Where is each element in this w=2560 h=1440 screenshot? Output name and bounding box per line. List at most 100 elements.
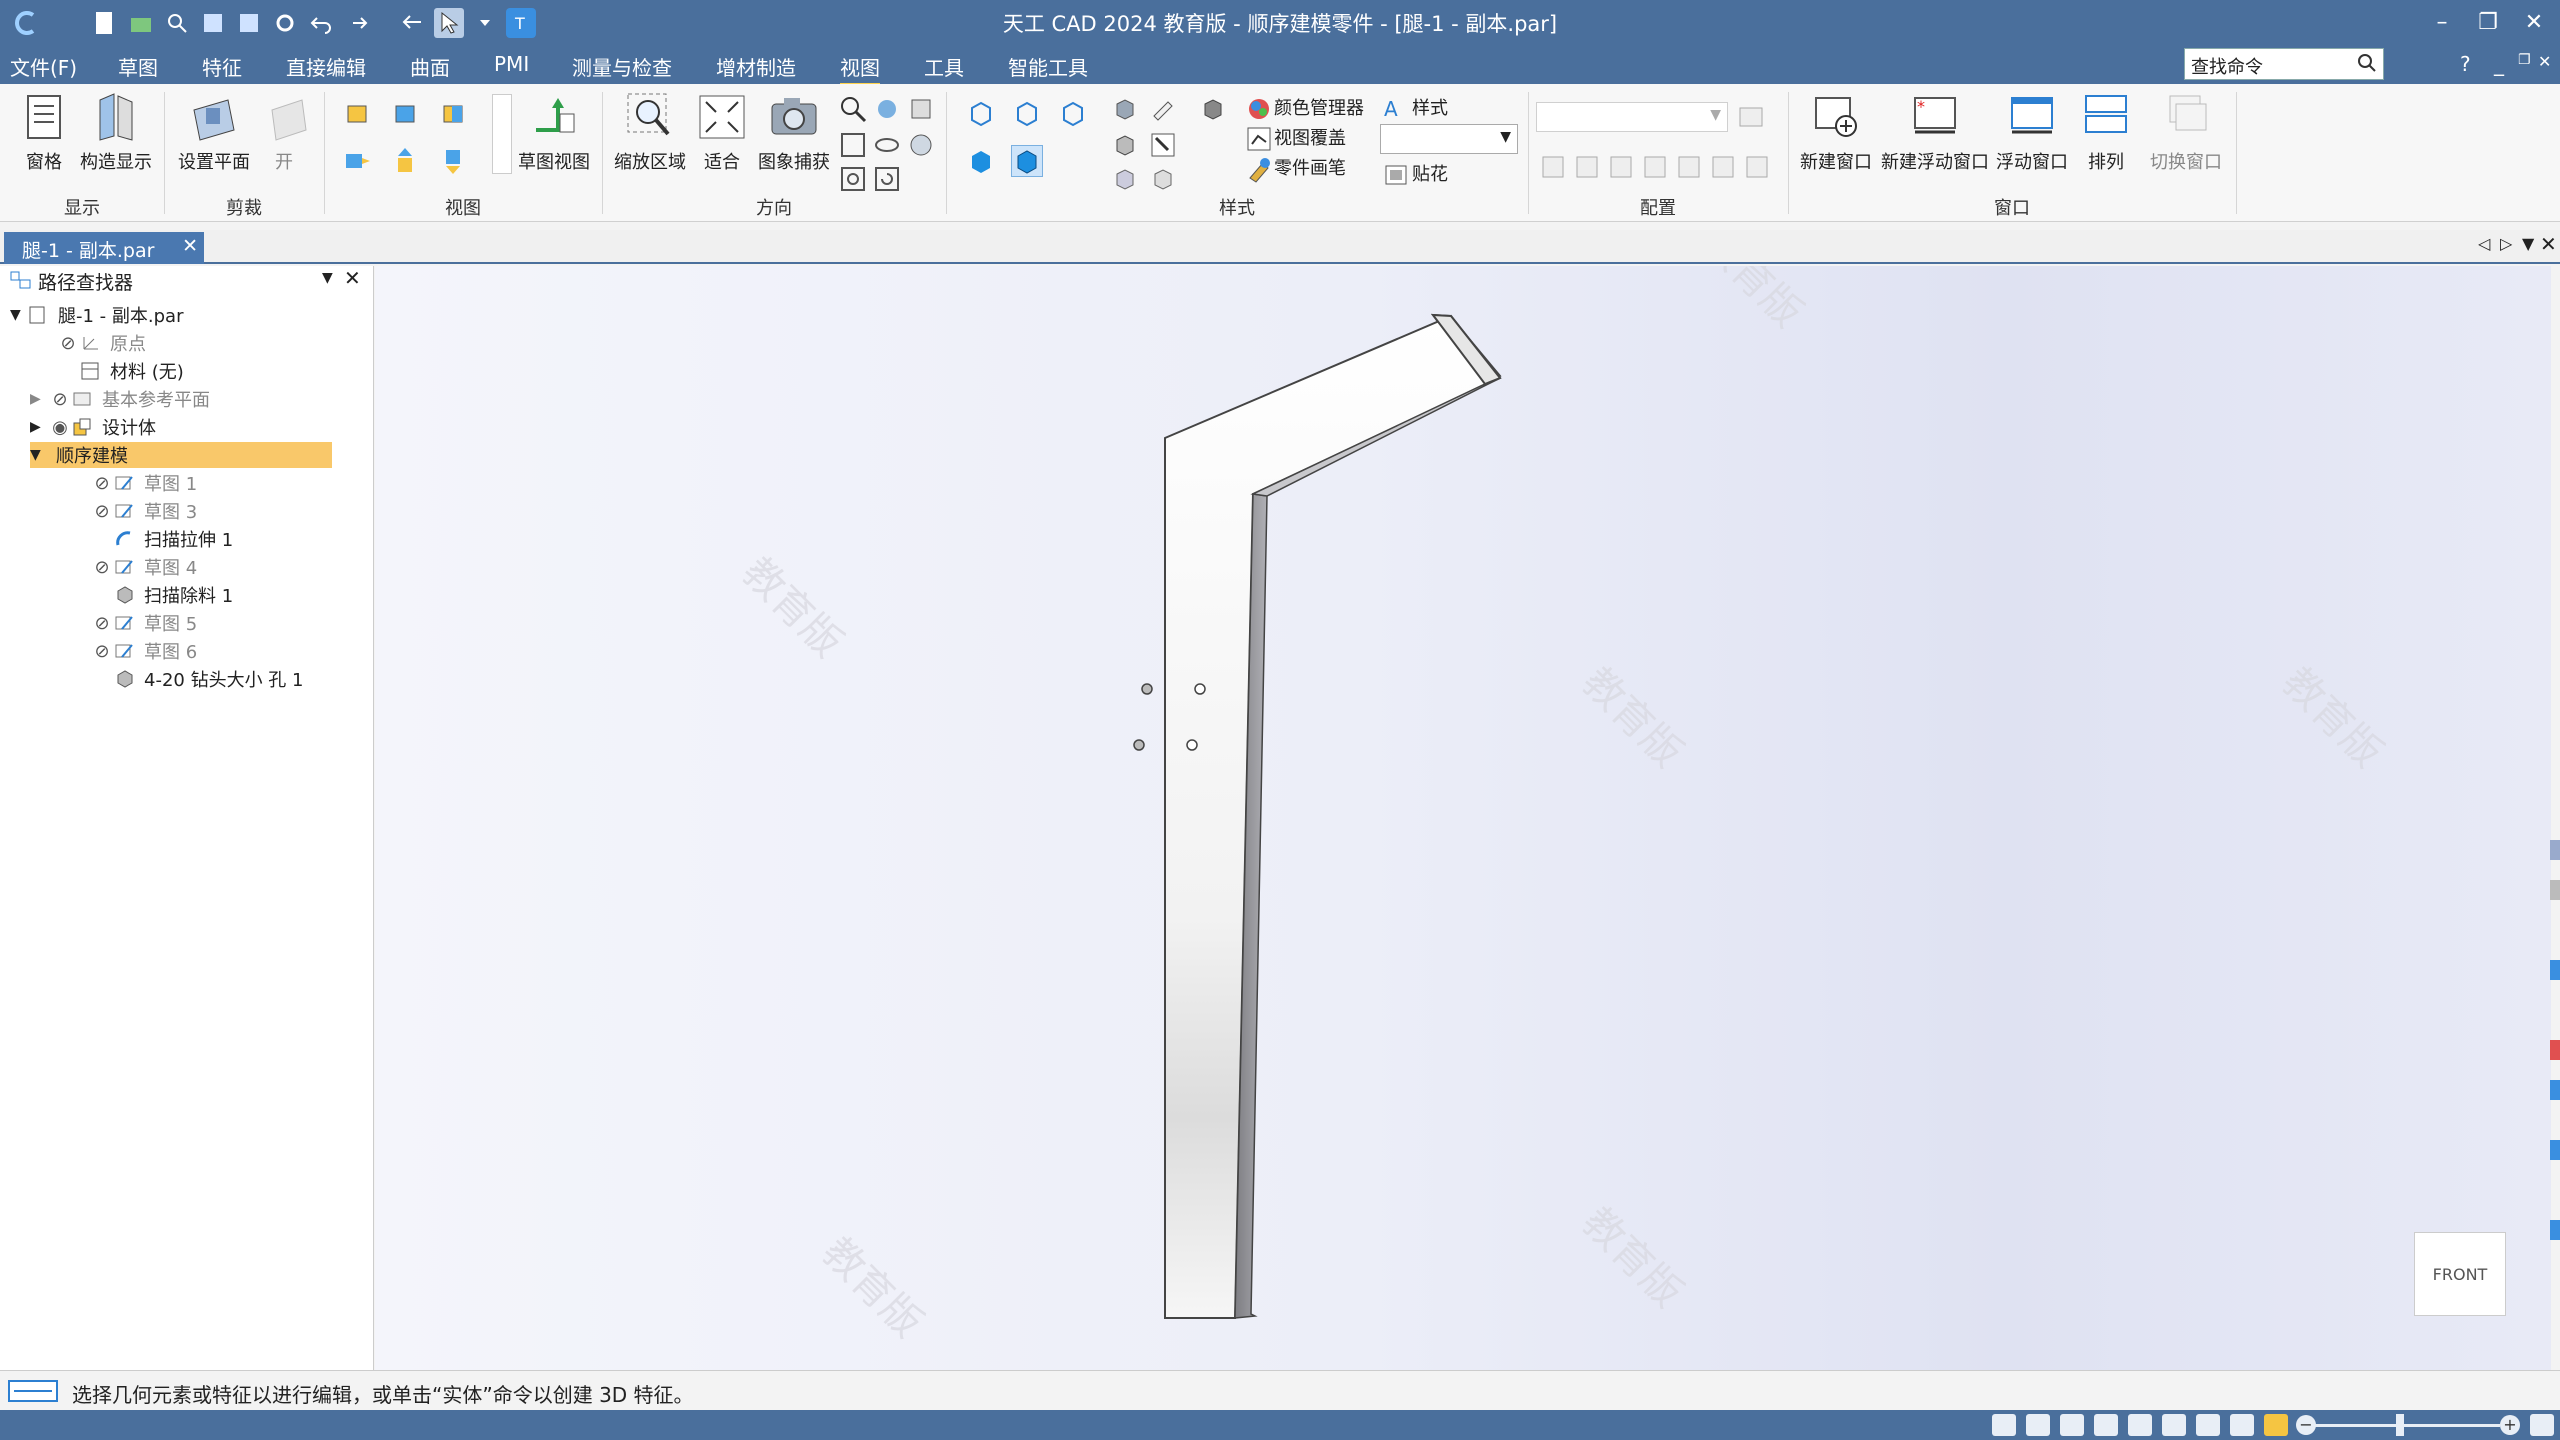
rotate-view-icon[interactable] (838, 164, 868, 194)
color-manager-label[interactable]: 颜色管理器 (1274, 94, 1364, 120)
tree-root[interactable]: ▼ 腿-1 - 副本.par (10, 302, 183, 328)
view-cube-top-icon[interactable] (342, 98, 372, 128)
menu-sketch[interactable]: 草图 (118, 52, 158, 81)
rotate-icon[interactable] (906, 94, 936, 124)
zoom-area-button[interactable]: 缩放区域 (612, 90, 688, 174)
menu-smart-tools[interactable]: 智能工具 (1008, 52, 1088, 81)
close-tab-icon[interactable]: ✕ (182, 235, 198, 257)
style-icon[interactable]: A (1382, 94, 1412, 124)
fit-button[interactable]: 适合 (696, 90, 748, 174)
rotate-icon[interactable] (2162, 1414, 2186, 1436)
close-all-tabs-icon[interactable]: ✕ (2540, 232, 2557, 256)
fit-icon[interactable] (2094, 1414, 2118, 1436)
menu-additive[interactable]: 增材制造 (716, 52, 796, 81)
pan-icon[interactable] (2128, 1414, 2152, 1436)
right-tool-icon[interactable] (2550, 880, 2560, 900)
spin-icon[interactable] (872, 130, 902, 160)
right-tool-icon[interactable] (2550, 1080, 2560, 1100)
tree-item-sweep-extrude[interactable]: 扫描拉伸 1 (114, 526, 233, 552)
config-settings-icon[interactable] (1736, 102, 1766, 132)
menu-view[interactable]: 视图 (840, 52, 880, 86)
hidden-edges-cube-icon[interactable] (1012, 98, 1042, 128)
hidden-eye-icon[interactable]: ⊘ (90, 557, 114, 578)
view-copy-icon[interactable] (342, 146, 372, 176)
view-cube[interactable]: FRONT (2414, 1232, 2506, 1316)
visible-edges-cube-icon[interactable] (1058, 98, 1088, 128)
tab-list-icon[interactable]: ▼ (2522, 234, 2534, 253)
3d-viewport[interactable]: 教育版 教育版 教育版 教育版 教育版 教育版 FRONT (375, 266, 2551, 1370)
open-clip-button[interactable]: 开 (262, 90, 307, 174)
view-tool-icon[interactable] (2026, 1414, 2050, 1436)
tree-item-sketch-6[interactable]: ⊘ 草图 6 (90, 638, 197, 664)
right-tool-icon[interactable] (2550, 1040, 2560, 1060)
pane-button[interactable]: 窗格 (14, 90, 74, 174)
tree-item-sketch-3[interactable]: ⊘ 草图 3 (90, 498, 197, 524)
close-button[interactable]: ✕ (2512, 6, 2556, 40)
part-brush-icon[interactable] (1244, 154, 1274, 184)
panel-dropdown-icon[interactable]: ▼ (322, 270, 333, 286)
zoom-icon[interactable] (2060, 1414, 2084, 1436)
view-tool-icon[interactable] (1992, 1414, 2016, 1436)
shaded-edges-cube-icon[interactable] (1011, 145, 1043, 177)
right-tool-icon[interactable] (2550, 1220, 2560, 1240)
search-icon[interactable] (2357, 53, 2377, 78)
doc-close-icon[interactable]: ✕ (2538, 52, 2551, 71)
spin-icon[interactable] (2196, 1414, 2220, 1436)
orbit-icon[interactable] (2230, 1414, 2254, 1436)
document-tab[interactable]: 腿-1 - 副本.par ✕ (4, 232, 204, 264)
hidden-eye-icon[interactable]: ⊘ (48, 389, 72, 410)
shaded-cube-icon[interactable] (966, 146, 996, 176)
config-multi-icon[interactable] (1708, 152, 1738, 182)
restore-button[interactable]: ❐ (2466, 6, 2510, 40)
collapse-icon[interactable]: ▼ (10, 307, 28, 323)
right-tool-icon[interactable] (2550, 840, 2560, 860)
part-display-icon[interactable] (1148, 130, 1178, 160)
ribbon-minimize-icon[interactable]: _ (2494, 52, 2504, 76)
expand-icon[interactable]: ▶ (30, 419, 48, 435)
style-dropdown[interactable]: ▼ (1380, 124, 1518, 154)
zoom-in-icon[interactable]: + (2500, 1415, 2520, 1435)
pan-icon[interactable] (872, 94, 902, 124)
command-bar-icon[interactable] (8, 1379, 58, 1403)
view-fit-all-icon[interactable] (838, 130, 868, 160)
menu-measure[interactable]: 测量与检查 (572, 52, 672, 81)
view-up-icon[interactable] (390, 146, 420, 176)
panel-close-icon[interactable]: ✕ (344, 266, 361, 290)
part-brush-label[interactable]: 零件画笔 (1274, 154, 1346, 180)
hidden-eye-icon[interactable]: ⊘ (56, 333, 80, 354)
part-edges-icon[interactable] (1110, 130, 1140, 160)
set-plane-button[interactable]: 设置平面 (174, 90, 254, 174)
visible-eye-icon[interactable]: ◉ (48, 417, 72, 438)
collapse-icon[interactable]: ▼ (30, 447, 48, 463)
part-transparent-icon[interactable] (1110, 164, 1140, 194)
tree-item-ordered-modeling[interactable]: ▼ 顺序建模 (30, 442, 332, 468)
part-solid-icon[interactable] (1198, 94, 1228, 124)
expand-icon[interactable]: ▶ (30, 391, 48, 407)
view-options-icon[interactable] (2530, 1414, 2554, 1436)
view-overlay-icon[interactable] (1244, 124, 1274, 154)
construction-display-button[interactable]: 构造显示 (78, 90, 154, 174)
tab-scroll-right-icon[interactable]: ▷ (2500, 234, 2512, 253)
refresh-view-icon[interactable] (872, 164, 902, 194)
config-edit-icon[interactable] (1572, 152, 1602, 182)
image-capture-button[interactable]: 图象捕获 (756, 90, 832, 174)
right-tool-icon[interactable] (2550, 960, 2560, 980)
command-search-input[interactable]: 查找命令 (2184, 48, 2384, 80)
view-overlay-label[interactable]: 视图覆盖 (1274, 124, 1346, 150)
view-cube-iso-icon[interactable] (390, 98, 420, 128)
view-down-icon[interactable] (438, 146, 468, 176)
part-shaded-icon[interactable] (1110, 94, 1140, 124)
orbit-icon[interactable] (906, 130, 936, 160)
hidden-eye-icon[interactable]: ⊘ (90, 641, 114, 662)
part-rotate-icon[interactable] (1148, 164, 1178, 194)
right-tool-icon[interactable] (2550, 1140, 2560, 1160)
config-apply-icon[interactable] (1674, 152, 1704, 182)
style-label[interactable]: 样式 (1412, 94, 1448, 120)
hidden-eye-icon[interactable]: ⊘ (90, 501, 114, 522)
config-delete-icon[interactable] (1742, 152, 1772, 182)
menu-tools[interactable]: 工具 (924, 52, 964, 81)
tree-item-material[interactable]: 材料 (无) (80, 358, 184, 384)
view-scroll-spinner[interactable] (492, 94, 512, 174)
decal-icon[interactable] (1382, 160, 1412, 190)
arrange-button[interactable]: 排列 (2076, 90, 2136, 174)
